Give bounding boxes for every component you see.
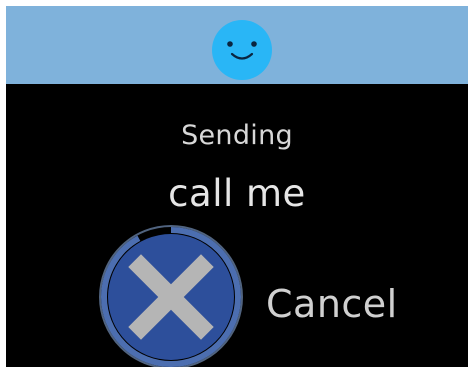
header-bar [6, 6, 468, 84]
smiley-face-icon [212, 20, 272, 80]
cancel-label[interactable]: Cancel [266, 282, 398, 326]
sending-status: Sending [181, 120, 293, 151]
watch-screen: Sending call me Cancel [6, 6, 468, 367]
cancel-button[interactable] [98, 224, 244, 367]
message-text: call me [168, 172, 306, 215]
